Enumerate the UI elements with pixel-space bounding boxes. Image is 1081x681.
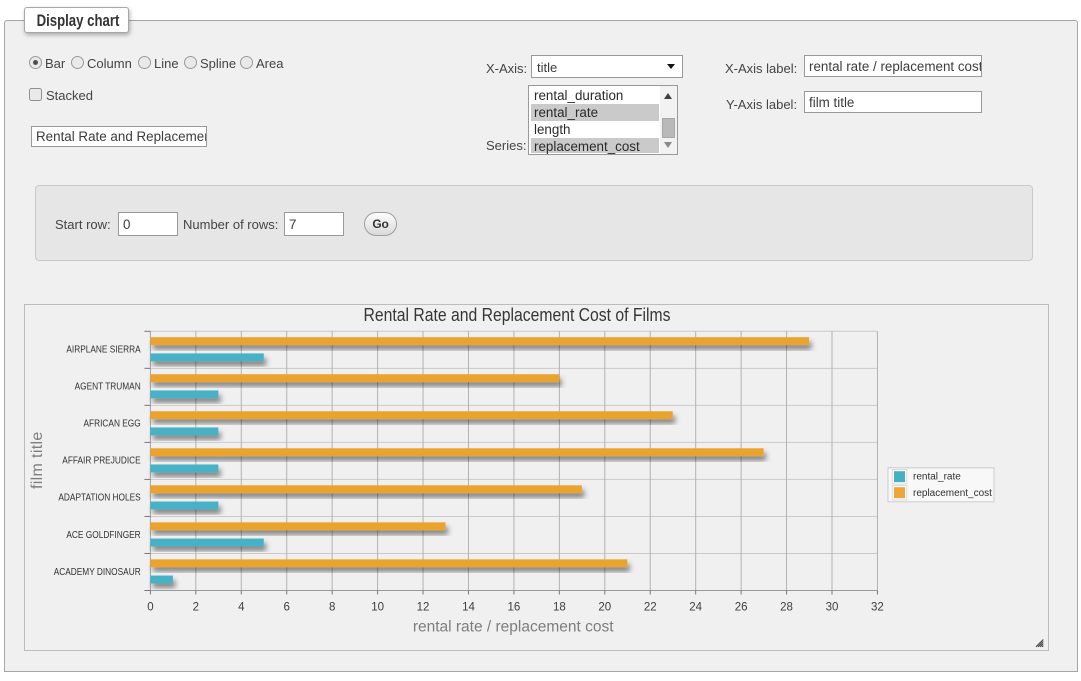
svg-text:rental_rate: rental_rate <box>913 472 961 483</box>
svg-text:2: 2 <box>193 602 199 614</box>
svg-text:8: 8 <box>329 602 335 614</box>
svg-text:12: 12 <box>417 602 430 614</box>
svg-text:30: 30 <box>826 602 839 614</box>
svg-text:ADAPTATION HOLES: ADAPTATION HOLES <box>58 493 141 504</box>
svg-text:16: 16 <box>508 602 521 614</box>
svg-text:Rental Rate and Replacement Co: Rental Rate and Replacement Cost of Film… <box>364 305 671 325</box>
svg-text:0: 0 <box>147 602 153 614</box>
svg-text:replacement_cost: replacement_cost <box>913 488 992 499</box>
svg-text:rental rate / replacement cost: rental rate / replacement cost <box>413 619 614 636</box>
svg-text:AFFAIR PREJUDICE: AFFAIR PREJUDICE <box>62 456 141 467</box>
svg-text:AFRICAN EGG: AFRICAN EGG <box>84 419 141 430</box>
svg-text:24: 24 <box>689 602 702 614</box>
svg-text:28: 28 <box>780 602 793 614</box>
svg-text:film title: film title <box>29 431 46 489</box>
svg-text:32: 32 <box>871 602 884 614</box>
svg-text:ACE GOLDFINGER: ACE GOLDFINGER <box>66 530 140 541</box>
svg-text:ACADEMY DINOSAUR: ACADEMY DINOSAUR <box>54 567 141 578</box>
svg-text:26: 26 <box>735 602 748 614</box>
svg-text:10: 10 <box>371 602 384 614</box>
svg-text:14: 14 <box>462 602 475 614</box>
svg-text:20: 20 <box>598 602 611 614</box>
svg-text:18: 18 <box>553 602 566 614</box>
svg-text:AGENT TRUMAN: AGENT TRUMAN <box>75 382 141 393</box>
svg-text:4: 4 <box>238 602 245 614</box>
svg-text:6: 6 <box>284 602 290 614</box>
svg-text:AIRPLANE SIERRA: AIRPLANE SIERRA <box>66 345 141 356</box>
svg-text:22: 22 <box>644 602 657 614</box>
